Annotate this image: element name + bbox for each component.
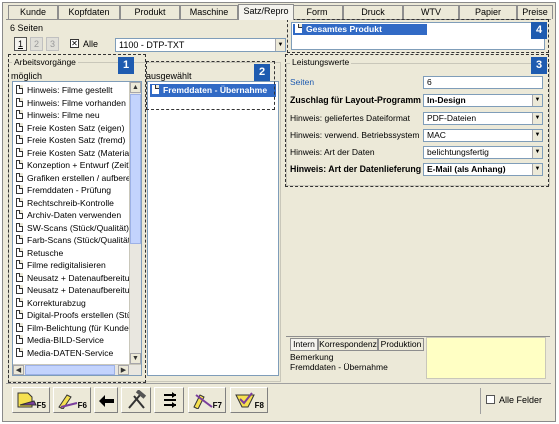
tab-papier[interactable]: Papier: [459, 5, 517, 19]
selected-list: Fremddaten - Übernahme: [147, 81, 279, 376]
bemerkung-label: Bemerkung: [290, 352, 334, 362]
highlight-frame-1: [8, 54, 146, 383]
tools-button[interactable]: [121, 387, 151, 413]
edit-pencil-icon: [58, 394, 78, 409]
tab-produkt[interactable]: Produkt: [120, 5, 180, 19]
tab-kunde[interactable]: Kunde: [8, 5, 58, 19]
note-area[interactable]: [426, 337, 546, 379]
tab-produktion[interactable]: Produktion: [378, 338, 424, 351]
highlight-frame-3: [285, 54, 549, 187]
alle-felder-checkbox[interactable]: [486, 395, 495, 404]
f7-key-label: F7: [212, 401, 222, 410]
list-arrows-icon: [164, 392, 176, 408]
tab-preise[interactable]: Preise: [517, 5, 553, 19]
alle-label: Alle: [83, 39, 99, 49]
product-combo[interactable]: 1100 - DTP-TXT ▼: [115, 38, 286, 52]
confirm-f8-button[interactable]: F8: [230, 387, 268, 413]
tab-korrespondenz[interactable]: Korrespondenz: [318, 338, 378, 351]
f6-key-label: F6: [77, 401, 87, 410]
f8-key-label: F8: [254, 401, 264, 410]
alle-checkbox[interactable]: ✕: [70, 39, 79, 48]
tab-druck[interactable]: Druck: [343, 5, 403, 19]
badge-4: 4: [531, 22, 547, 39]
delete-document-icon: [193, 394, 213, 409]
bemerkung-text: Fremddaten - Übernahme: [290, 362, 388, 372]
badge-1: 1: [118, 57, 134, 74]
hammer-icon: [128, 390, 147, 409]
tab-kopfdaten[interactable]: Kopfdaten: [58, 5, 120, 19]
page-button-1[interactable]: 1: [14, 37, 27, 51]
product-combo-value: 1100 - DTP-TXT: [119, 40, 185, 50]
chevron-down-icon[interactable]: ▼: [275, 39, 285, 51]
badge-2: 2: [254, 64, 270, 81]
arrow-left-icon: [99, 395, 114, 407]
pages-count-label: 6 Seiten: [10, 23, 44, 33]
alle-felder-label: Alle Felder: [499, 395, 543, 405]
delete-f7-button[interactable]: F7: [188, 387, 226, 413]
edit-f6-button[interactable]: F6: [53, 387, 91, 413]
add-f5-button[interactable]: F5: [12, 387, 50, 413]
check-document-icon: [235, 392, 255, 408]
tab-intern[interactable]: Intern: [290, 338, 318, 351]
f5-key-label: F5: [36, 401, 46, 410]
tab-wtv[interactable]: WTV: [403, 5, 459, 19]
badge-3: 3: [531, 57, 547, 74]
highlight-frame-4: [287, 19, 549, 53]
page-button-2[interactable]: 2: [30, 37, 43, 51]
tab-maschine[interactable]: Maschine: [180, 5, 238, 19]
page-button-3[interactable]: 3: [46, 37, 59, 51]
sort-button[interactable]: [154, 387, 184, 413]
back-button[interactable]: [94, 387, 118, 413]
add-document-icon: [17, 392, 37, 408]
toolbar-separator: [480, 388, 481, 414]
tab-satz-repro[interactable]: Satz/Repro: [238, 4, 294, 20]
tab-form[interactable]: Form: [291, 5, 343, 19]
toolbar-divider: [6, 383, 551, 384]
